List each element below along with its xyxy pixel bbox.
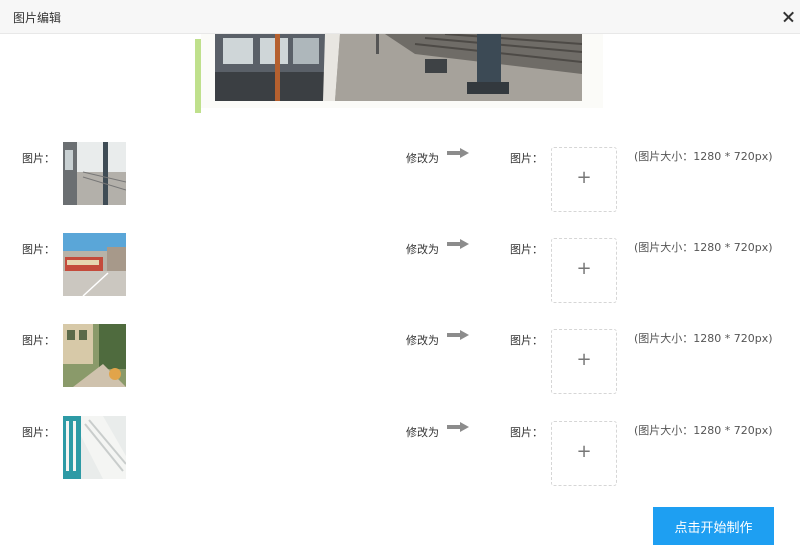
upload-image-button[interactable]: + — [551, 421, 617, 486]
preview-image — [215, 34, 582, 101]
plus-icon: + — [576, 349, 592, 370]
source-image-label: 图片： — [22, 152, 55, 165]
image-size-hint: (图片大小：1280 * 720px) — [634, 150, 773, 163]
modify-label: 修改为 — [406, 426, 439, 439]
plus-icon: + — [576, 258, 592, 279]
dialog-titlebar: 图片编辑 — [0, 0, 800, 34]
arrow-right-icon — [447, 239, 469, 249]
upload-image-button[interactable]: + — [551, 147, 617, 212]
arrow-right-icon — [447, 330, 469, 340]
replace-row: 图片： 修改为 图片： + (图片大小：1280 * 720px) — [0, 416, 800, 486]
source-image-thumbnail[interactable] — [63, 142, 126, 205]
replace-row: 图片： 修改为 图片： + (图片大小：1280 * 720px) — [0, 324, 800, 394]
source-image-thumbnail[interactable] — [63, 416, 126, 479]
modify-label: 修改为 — [406, 334, 439, 347]
image-size-hint: (图片大小：1280 * 720px) — [634, 332, 773, 345]
upload-image-button[interactable]: + — [551, 238, 617, 303]
close-icon[interactable] — [778, 7, 798, 27]
start-making-button[interactable]: 点击开始制作 — [653, 507, 774, 545]
modify-label: 修改为 — [406, 243, 439, 256]
target-image-label: 图片： — [510, 152, 543, 165]
image-size-hint: (图片大小：1280 * 720px) — [634, 424, 773, 437]
source-image-label: 图片： — [22, 243, 55, 256]
source-image-thumbnail[interactable] — [63, 324, 126, 387]
plus-icon: + — [576, 441, 592, 462]
target-image-label: 图片： — [510, 243, 543, 256]
arrow-right-icon — [447, 422, 469, 432]
replace-row: 图片： 修改为 图片： + (图片大小：1280 * 720px) — [0, 142, 800, 212]
source-image-thumbnail[interactable] — [63, 233, 126, 296]
source-image-label: 图片： — [22, 426, 55, 439]
image-size-hint: (图片大小：1280 * 720px) — [634, 241, 773, 254]
upload-image-button[interactable]: + — [551, 329, 617, 394]
dialog-title: 图片编辑 — [13, 11, 62, 25]
replace-row: 图片： 修改为 图片： + (图片大小：1280 * 720px) — [0, 233, 800, 303]
preview-area — [0, 34, 800, 114]
source-image-label: 图片： — [22, 334, 55, 347]
target-image-label: 图片： — [510, 426, 543, 439]
plus-icon: + — [576, 167, 592, 188]
target-image-label: 图片： — [510, 334, 543, 347]
modify-label: 修改为 — [406, 152, 439, 165]
arrow-right-icon — [447, 148, 469, 158]
